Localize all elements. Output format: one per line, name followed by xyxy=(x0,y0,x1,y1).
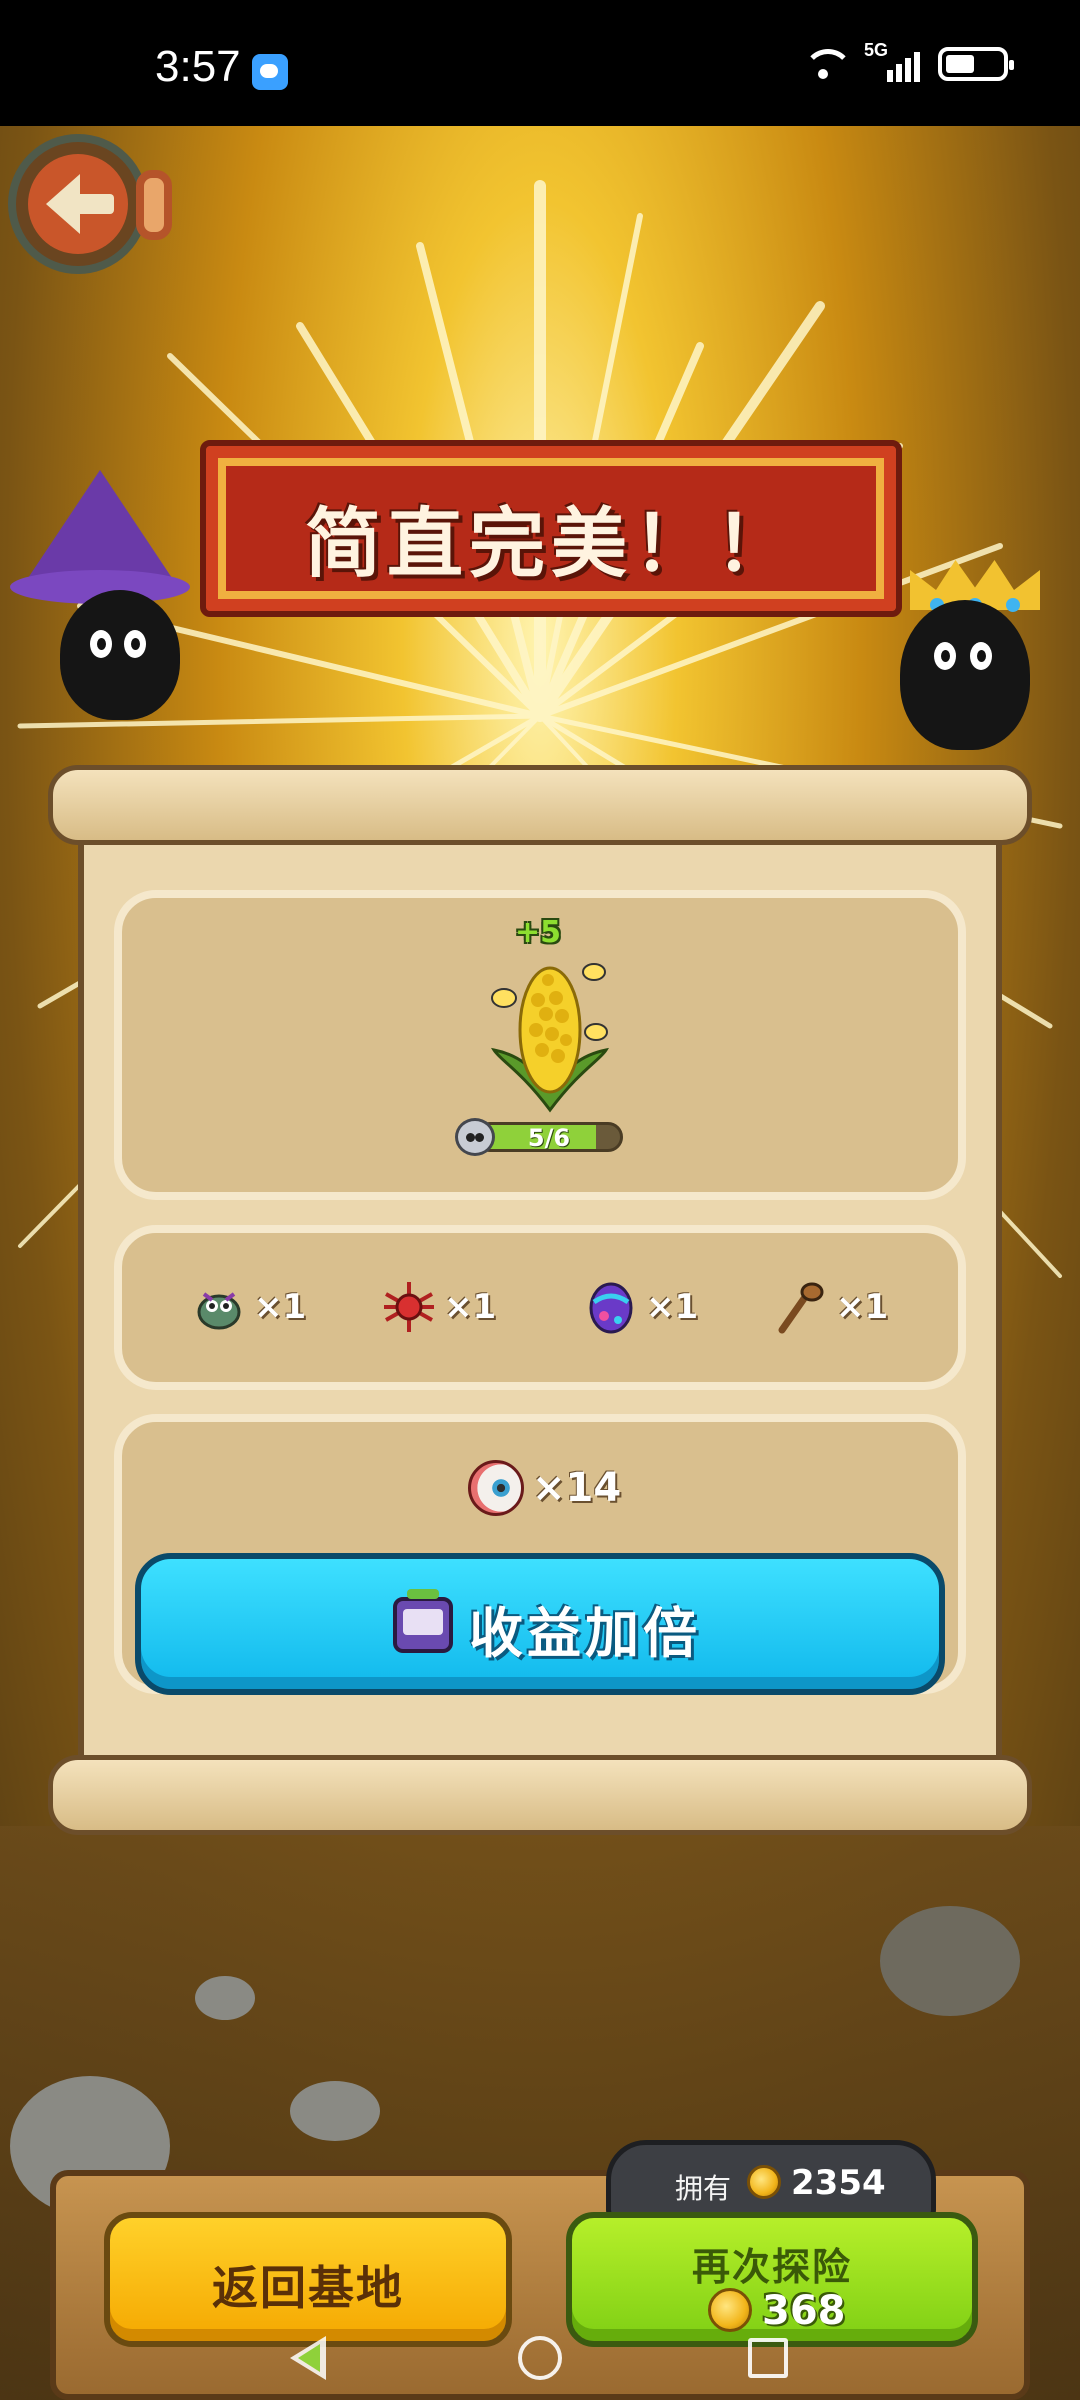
item-count: ×1 xyxy=(444,1287,497,1327)
explore-again-label: 再次探险 xyxy=(691,2245,852,2289)
progress-text: 5/6 xyxy=(527,1124,571,1152)
status-time: 3:57 xyxy=(155,42,241,91)
status-bar: 3:57 5G xyxy=(0,0,1080,126)
own-label: 拥有 xyxy=(675,2172,732,2205)
reward-count: ×14 xyxy=(532,1465,622,1511)
nav-back-icon[interactable] xyxy=(290,2336,326,2380)
item-count: ×1 xyxy=(254,1287,307,1327)
coin-icon xyxy=(747,2165,781,2199)
reward-item: ×1 xyxy=(584,1277,698,1337)
bonus-badge: +5 xyxy=(515,915,562,950)
eyeball-reward: ×14 xyxy=(468,1458,621,1518)
nav-recent-icon[interactable] xyxy=(748,2338,788,2378)
network-type: 5G xyxy=(864,40,889,60)
scroll-bottom xyxy=(48,1755,1032,1835)
tv-ad-icon xyxy=(393,1589,453,1653)
result-banner: 简直完美！！ xyxy=(200,440,902,617)
reward-item: ×1 xyxy=(774,1277,888,1337)
wizard-character xyxy=(0,470,200,790)
rock xyxy=(195,1976,255,2020)
nav-home-icon[interactable] xyxy=(518,2336,562,2380)
skull-icon xyxy=(455,1118,495,1156)
reward-item: ×1 xyxy=(192,1277,306,1337)
back-button[interactable] xyxy=(8,130,178,280)
status-icons: 5G xyxy=(800,40,1014,82)
spider-icon xyxy=(384,1282,434,1332)
egg-icon xyxy=(589,1282,633,1334)
battery-icon xyxy=(938,47,1014,81)
double-income-label: 收益加倍 xyxy=(469,1602,701,1665)
club-icon xyxy=(778,1282,824,1334)
item-count: ×1 xyxy=(836,1287,889,1327)
system-nav-bar xyxy=(0,2300,1080,2400)
signal-icon: 5G xyxy=(864,40,920,82)
reward-item: ×1 xyxy=(382,1277,496,1337)
double-income-button[interactable]: 收益加倍 xyxy=(135,1553,945,1695)
item-count: ×1 xyxy=(646,1287,699,1327)
eyeball-icon xyxy=(468,1460,524,1516)
bug-creature-icon xyxy=(197,1292,241,1330)
plant-progress: 5/6 xyxy=(455,1118,625,1156)
coin-balance-value: 2354 xyxy=(791,2163,886,2203)
banner-title: 简直完美！！ xyxy=(305,499,797,588)
rock xyxy=(290,2081,380,2141)
coin-balance: 拥有 2354 xyxy=(606,2140,936,2220)
wifi-icon xyxy=(800,47,853,81)
corn-plant-icon xyxy=(490,963,610,1113)
rock xyxy=(880,1906,1020,2016)
king-character xyxy=(880,560,1080,800)
weather-icon xyxy=(252,54,288,90)
